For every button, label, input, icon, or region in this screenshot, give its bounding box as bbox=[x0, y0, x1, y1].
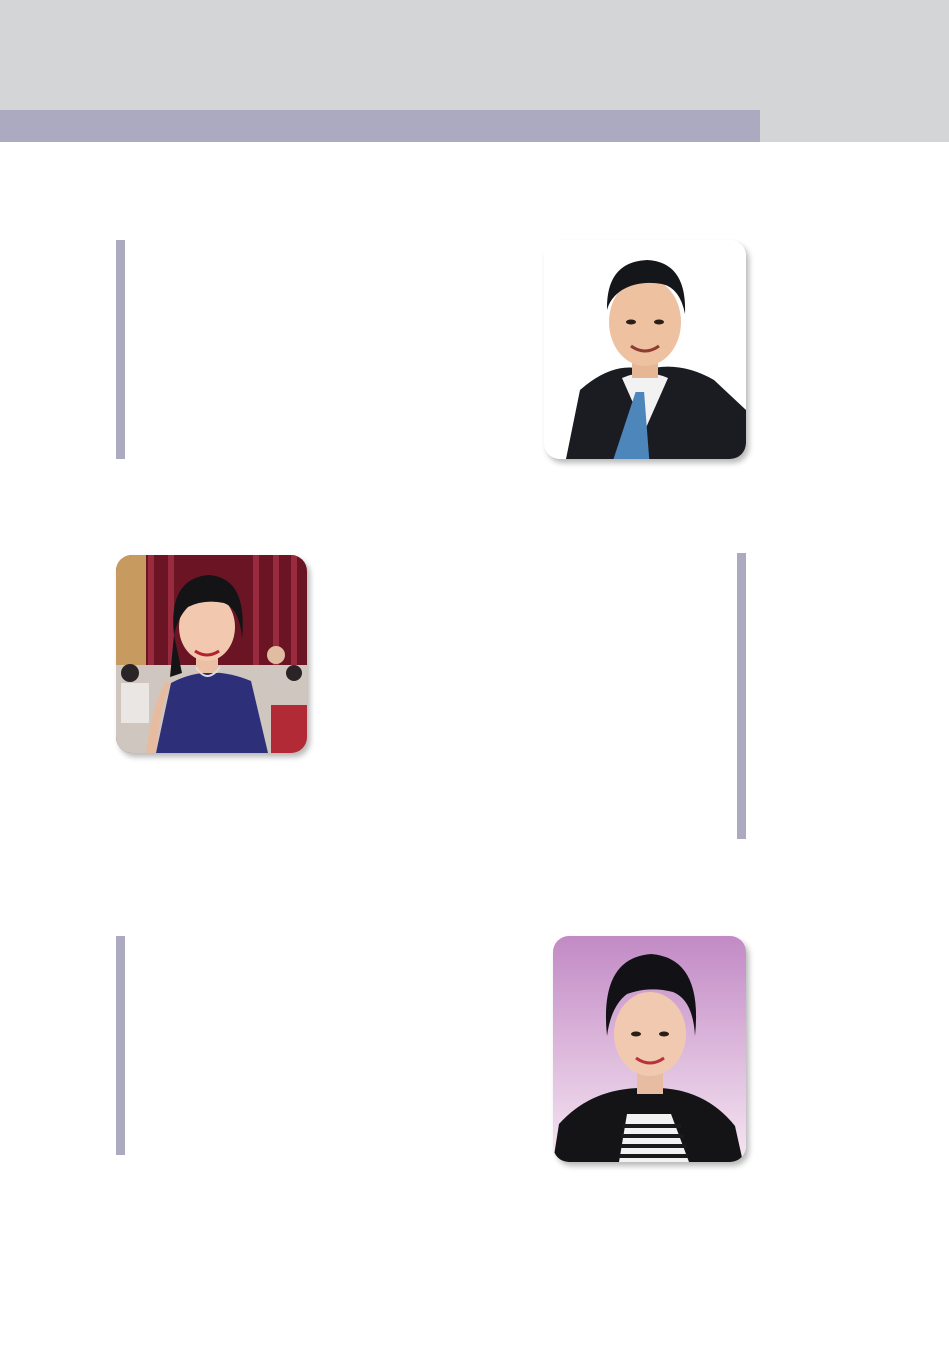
portrait-woman-event-icon bbox=[116, 555, 307, 753]
section-2-accent-bar bbox=[737, 553, 746, 839]
header-band bbox=[0, 110, 760, 142]
section-3-photo bbox=[553, 936, 746, 1162]
section-2-photo bbox=[116, 555, 307, 753]
section-3-accent-bar bbox=[116, 936, 125, 1155]
section-1-accent-bar bbox=[116, 240, 125, 459]
section-1-photo bbox=[544, 240, 746, 459]
portrait-man-suit-icon bbox=[544, 240, 746, 459]
portrait-woman-pink-icon bbox=[553, 936, 746, 1162]
